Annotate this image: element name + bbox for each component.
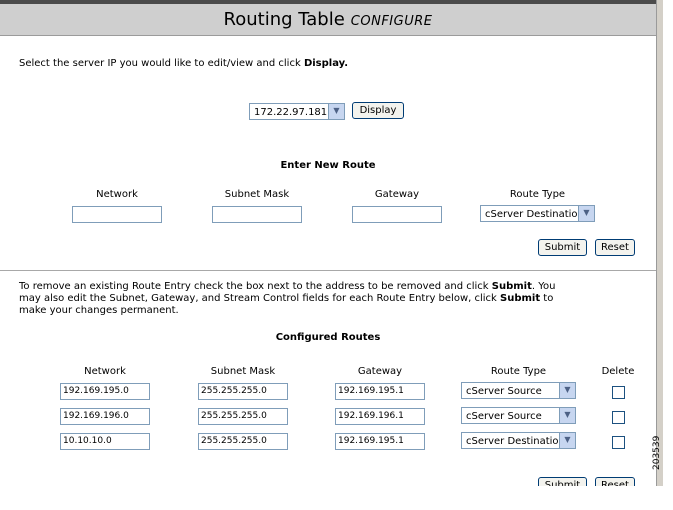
server-instruction-text: Select the server IP you would like to e… <box>19 58 304 69</box>
page-subtitle: CONFIGURE <box>350 14 433 29</box>
display-button[interactable]: Display <box>352 102 404 119</box>
new-subnet-input[interactable] <box>212 206 302 223</box>
chevron-down-icon[interactable]: ▼ <box>328 104 344 119</box>
new-network-label: Network <box>96 189 138 200</box>
new-route-type-value: cServer Destination <box>485 209 584 220</box>
configured-instruction-line-3: make your changes permanent. <box>19 305 179 316</box>
row2-network-input[interactable]: 192.169.196.0 <box>60 408 150 425</box>
new-route-reset-button[interactable]: Reset <box>595 239 635 256</box>
new-gateway-label: Gateway <box>374 189 420 200</box>
instr-text-3: may also edit the Subnet, Gateway, and S… <box>19 293 500 304</box>
instr-text-1: To remove an existing Route Entry check … <box>19 281 492 292</box>
row1-delete-checkbox[interactable] <box>612 386 625 399</box>
col-network-label: Network <box>84 366 126 377</box>
row3-subnet-input[interactable]: 255.255.255.0 <box>198 433 288 450</box>
row3-gateway-input[interactable]: 192.169.195.1 <box>335 433 425 450</box>
chevron-down-icon[interactable]: ▼ <box>559 383 575 398</box>
instr-text-2: . You <box>531 281 556 292</box>
row1-route-type-select[interactable]: cServer Source ▼ <box>461 382 576 399</box>
instr-bold-1: Submit <box>491 281 532 292</box>
scrollbar-track[interactable] <box>656 0 663 486</box>
title-bar: Routing Table CONFIGURE <box>0 4 656 36</box>
configured-routes-heading: Configured Routes <box>275 332 381 343</box>
row1-network-input[interactable]: 192.169.195.0 <box>60 383 150 400</box>
server-ip-select[interactable]: 172.22.97.181 ▼ <box>249 103 345 120</box>
col-route-type-label: Route Type <box>490 366 547 377</box>
new-route-heading: Enter New Route <box>280 160 376 171</box>
chevron-down-icon[interactable]: ▼ <box>559 408 575 423</box>
col-delete-label: Delete <box>601 366 635 377</box>
new-gateway-input[interactable] <box>352 206 442 223</box>
new-route-type-label: Route Type <box>509 189 566 200</box>
row3-route-type-value: cServer Destination <box>466 436 565 447</box>
row1-route-type-value: cServer Source <box>466 386 542 397</box>
row2-route-type-select[interactable]: cServer Source ▼ <box>461 407 576 424</box>
instr-text-4: to <box>540 293 554 304</box>
row2-subnet-input[interactable]: 255.255.255.0 <box>198 408 288 425</box>
col-gateway-label: Gateway <box>357 366 403 377</box>
row3-network-input[interactable]: 10.10.10.0 <box>60 433 150 450</box>
configured-instruction-line-2: may also edit the Subnet, Gateway, and S… <box>19 293 649 305</box>
row2-gateway-input[interactable]: 192.169.196.1 <box>335 408 425 425</box>
configured-instruction-line-1: To remove an existing Route Entry check … <box>19 281 649 293</box>
chevron-down-icon[interactable]: ▼ <box>578 206 594 221</box>
configured-reset-button[interactable]: Reset <box>595 477 635 486</box>
chevron-down-icon[interactable]: ▼ <box>559 433 575 448</box>
row2-delete-checkbox[interactable] <box>612 411 625 424</box>
server-instruction: Select the server IP you would like to e… <box>19 58 348 70</box>
new-route-submit-button[interactable]: Submit <box>538 239 587 256</box>
row3-delete-checkbox[interactable] <box>612 436 625 449</box>
instr-bold-2: Submit <box>500 293 541 304</box>
col-subnet-label: Subnet Mask <box>210 366 276 377</box>
server-ip-value: 172.22.97.181 <box>254 107 328 118</box>
configured-submit-button[interactable]: Submit <box>538 477 587 486</box>
new-network-input[interactable] <box>72 206 162 223</box>
configured-instruction: To remove an existing Route Entry check … <box>19 281 649 317</box>
routing-table-page: Routing Table CONFIGURE Select the server… <box>0 0 656 486</box>
row2-route-type-value: cServer Source <box>466 411 542 422</box>
server-instruction-bold: Display. <box>303 58 349 69</box>
row3-route-type-select[interactable]: cServer Destination ▼ <box>461 432 576 449</box>
page-title: Routing Table <box>223 9 345 30</box>
new-subnet-label: Subnet Mask <box>224 189 290 200</box>
section-divider <box>0 270 656 271</box>
row1-gateway-input[interactable]: 192.169.195.1 <box>335 383 425 400</box>
row1-subnet-input[interactable]: 255.255.255.0 <box>198 383 288 400</box>
figure-id: 203539 <box>652 435 662 470</box>
new-route-type-select[interactable]: cServer Destination ▼ <box>480 205 595 222</box>
